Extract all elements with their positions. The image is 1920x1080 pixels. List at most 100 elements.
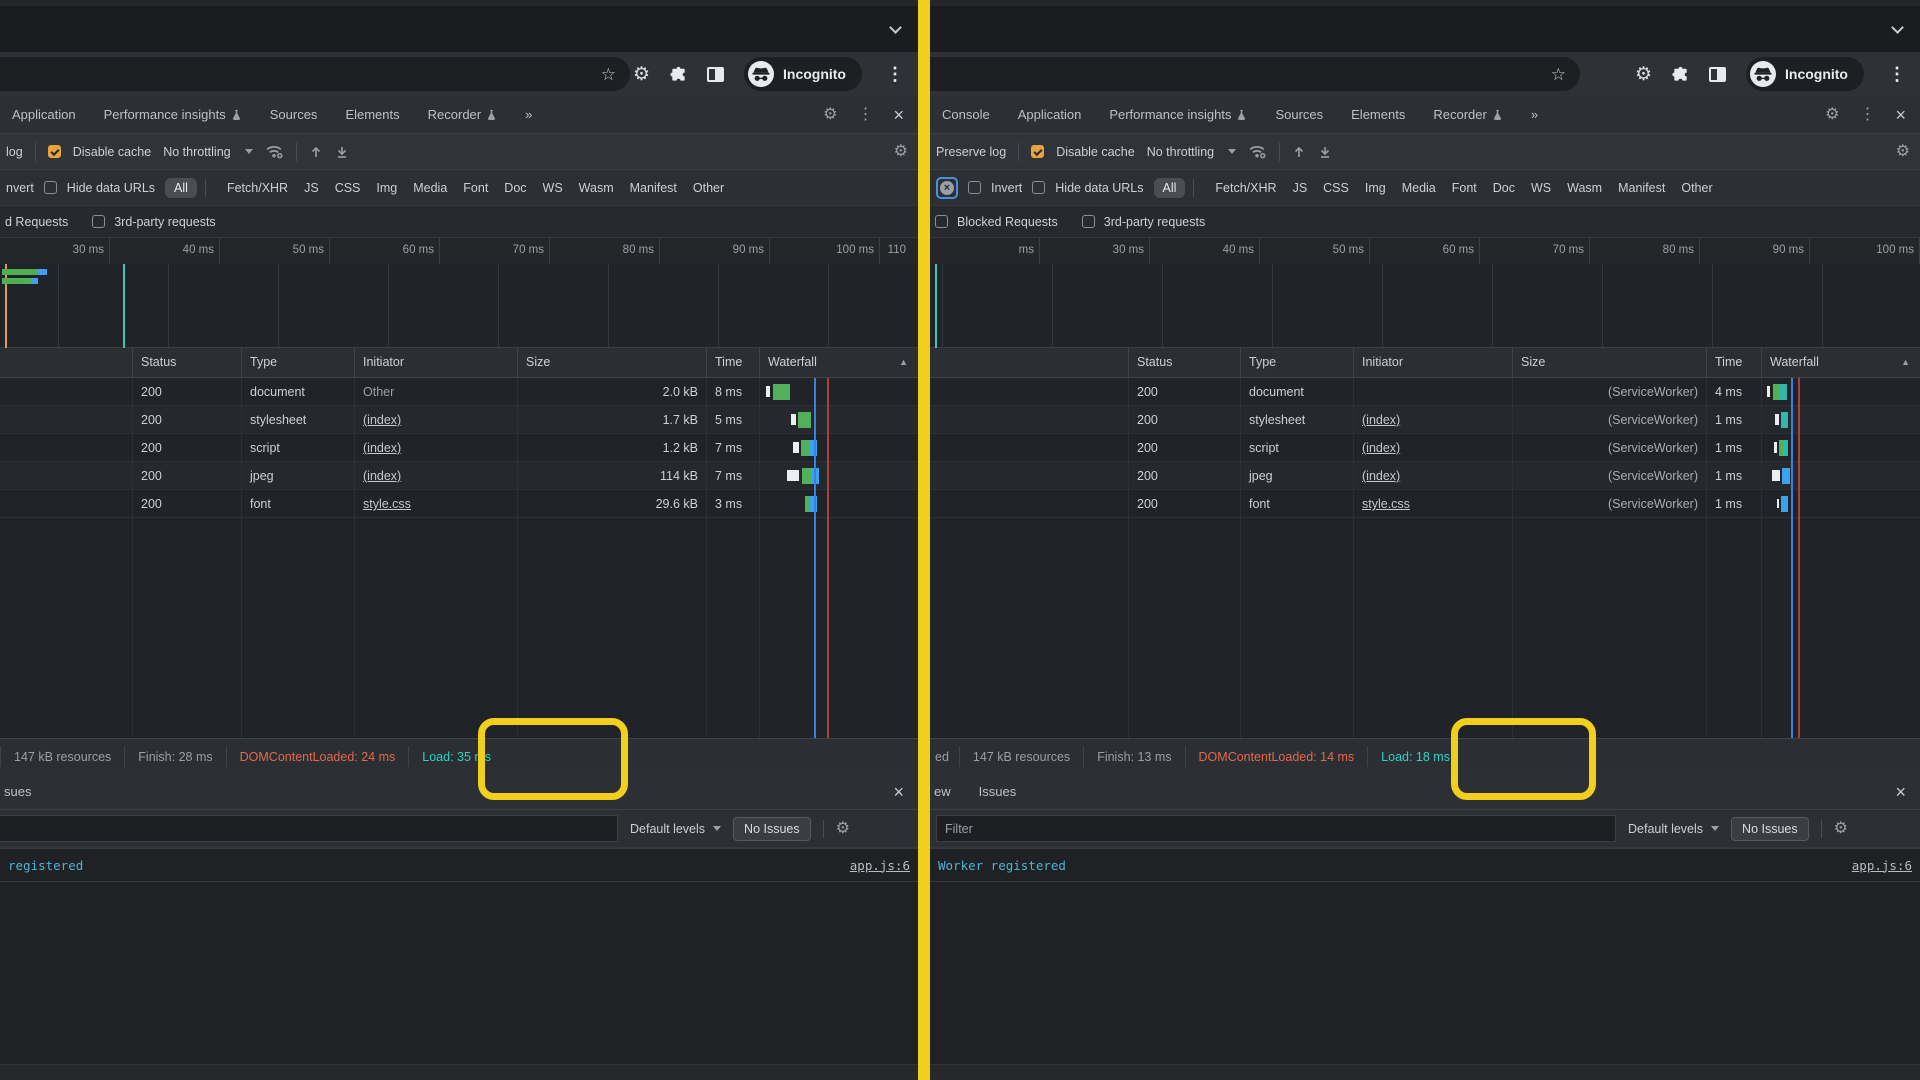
filter-chip[interactable]: Font [1452,181,1477,195]
status-column-header[interactable]: Status [1129,348,1241,377]
initiator-column-header[interactable]: Initiator [355,348,518,377]
extension-gear-icon[interactable]: ⚙ [1635,65,1652,84]
console-source-link[interactable]: app.js:6 [850,858,910,873]
filter-chip[interactable]: WS [543,181,563,195]
devtools-settings-gear-icon[interactable]: ⚙ [1825,107,1839,123]
filter-chip[interactable]: Manifest [1618,181,1665,195]
third-party-checkbox[interactable] [1082,215,1095,228]
chevron-down-icon[interactable] [1891,21,1904,34]
filter-chip[interactable]: All [1154,178,1186,198]
side-panel-icon[interactable] [707,67,724,82]
filter-chip[interactable]: Media [1402,181,1436,195]
filter-chip[interactable]: Font [463,181,488,195]
devtools-menu-icon[interactable]: ⋮ [857,107,873,123]
throttling-caret-icon[interactable] [1228,149,1236,154]
drawer-tab[interactable]: sues [4,784,31,799]
bookmark-star-icon[interactable]: ☆ [601,66,616,83]
throttling-select[interactable]: No throttling [1147,145,1214,159]
network-settings-gear-icon[interactable]: ⚙ [1896,144,1910,160]
filter-chip[interactable]: JS [1293,181,1308,195]
network-request-row[interactable]: 200 stylesheet (index) (ServiceWorker) 1… [930,406,1920,434]
invert-checkbox[interactable] [968,181,981,194]
initiator-link[interactable]: style.css [1362,497,1410,511]
browser-menu-icon[interactable]: ⋮ [882,65,908,83]
no-issues-button[interactable]: No Issues [733,817,811,841]
hide-data-urls-checkbox[interactable] [44,181,57,194]
no-issues-button[interactable]: No Issues [1731,817,1809,841]
devtools-tab[interactable]: Application [12,107,76,122]
network-request-row[interactable]: 200 document Other 2.0 kB 8 ms [0,378,918,406]
devtools-close-icon[interactable]: × [893,106,904,124]
drawer-tab[interactable]: Issues [979,784,1017,799]
devtools-tab[interactable]: Application [1018,107,1082,122]
time-column-header[interactable]: Time [1707,348,1762,377]
network-request-row[interactable]: 200 font style.css (ServiceWorker) 1 ms [930,490,1920,518]
export-har-icon[interactable] [1318,145,1332,159]
network-request-row[interactable]: 200 font style.css 29.6 kB 3 ms [0,490,918,518]
extension-gear-icon[interactable]: ⚙ [633,65,650,84]
network-conditions-icon[interactable] [265,144,284,159]
network-request-row[interactable]: 200 jpeg (index) (ServiceWorker) 1 ms [930,462,1920,490]
chevron-down-icon[interactable] [889,21,902,34]
initiator-link[interactable]: (index) [1362,469,1400,483]
network-request-row[interactable]: 200 script (index) (ServiceWorker) 1 ms [930,434,1920,462]
filter-chip[interactable]: All [165,178,197,198]
preserve-log-label[interactable]: log [6,145,23,159]
disable-cache-checkbox[interactable] [1031,145,1044,158]
drawer-close-icon[interactable]: × [893,783,904,801]
initiator-link[interactable]: (index) [363,469,401,483]
log-levels-select[interactable]: Default levels [630,822,721,836]
devtools-close-icon[interactable]: × [1895,106,1906,124]
network-conditions-icon[interactable] [1248,144,1267,159]
status-column-header[interactable]: Status [133,348,242,377]
filter-chip[interactable]: Fetch/XHR [1215,181,1276,195]
console-filter-input[interactable] [936,815,1616,842]
initiator-link[interactable]: (index) [363,413,401,427]
console-settings-gear-icon[interactable]: ⚙ [1834,821,1848,837]
devtools-tab[interactable]: Performance insights [1109,107,1247,122]
clear-filter-icon[interactable]: × [940,181,954,195]
type-column-header[interactable]: Type [1241,348,1354,377]
initiator-link[interactable]: style.css [363,497,411,511]
filter-chip[interactable]: Img [1365,181,1386,195]
console-settings-gear-icon[interactable]: ⚙ [836,821,850,837]
filter-chip[interactable]: Wasm [1567,181,1602,195]
devtools-tab[interactable]: Sources [270,107,318,122]
devtools-settings-gear-icon[interactable]: ⚙ [823,107,837,123]
size-column-header[interactable]: Size [518,348,707,377]
import-har-icon[interactable] [309,145,323,159]
waterfall-column-header[interactable]: Waterfall▲ [760,348,918,377]
filter-chip[interactable]: Other [1681,181,1712,195]
devtools-tab[interactable]: Elements [1351,107,1405,122]
log-levels-select[interactable]: Default levels [1628,822,1719,836]
filter-chip[interactable]: CSS [335,181,361,195]
filter-chip[interactable]: Doc [1493,181,1515,195]
extensions-puzzle-icon[interactable] [1672,66,1689,83]
incognito-badge[interactable]: Incognito [744,57,862,91]
initiator-link[interactable]: Other [363,385,394,399]
throttling-select[interactable]: No throttling [163,145,230,159]
filter-chip[interactable]: WS [1531,181,1551,195]
hide-data-urls-checkbox[interactable] [1032,181,1045,194]
network-overview-strip[interactable] [930,264,1920,348]
waterfall-column-header[interactable]: Waterfall▲ [1762,348,1920,377]
third-party-checkbox[interactable] [92,215,105,228]
name-column-header[interactable] [930,348,1129,377]
drawer-close-icon[interactable]: × [1895,783,1906,801]
blocked-requests-checkbox[interactable] [935,215,948,228]
network-request-row[interactable]: 200 script (index) 1.2 kB 7 ms [0,434,918,462]
network-request-row[interactable]: 200 stylesheet (index) 1.7 kB 5 ms [0,406,918,434]
initiator-column-header[interactable]: Initiator [1354,348,1513,377]
disable-cache-checkbox[interactable] [48,145,61,158]
network-settings-gear-icon[interactable]: ⚙ [894,144,908,160]
drawer-tab[interactable]: ew [934,784,951,799]
size-column-header[interactable]: Size [1513,348,1707,377]
initiator-link[interactable]: (index) [1362,413,1400,427]
filter-chip[interactable]: Fetch/XHR [227,181,288,195]
preserve-log-label[interactable]: Preserve log [936,145,1006,159]
initiator-link[interactable]: (index) [1362,441,1400,455]
export-har-icon[interactable] [335,145,349,159]
type-column-header[interactable]: Type [242,348,355,377]
devtools-tab[interactable]: » [525,107,532,122]
address-bar[interactable]: ☆ [0,57,630,91]
